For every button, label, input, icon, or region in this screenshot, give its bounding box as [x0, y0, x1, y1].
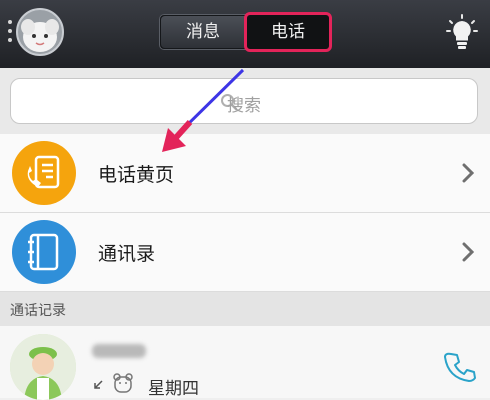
call-button-phone-icon[interactable]	[444, 350, 476, 386]
call-history-header: 通话记录	[0, 292, 490, 326]
menu-item-yellow-pages[interactable]: 电话黄页	[0, 134, 490, 213]
top-bar: 消息 电话	[0, 0, 490, 68]
section-title: 通话记录	[10, 303, 66, 319]
contact-avatar	[10, 334, 76, 400]
tab-switcher: 消息 电话	[159, 12, 332, 52]
search-placeholder: 搜索	[227, 96, 261, 116]
search-area: 搜索	[0, 68, 490, 134]
contact-name-redacted	[92, 344, 146, 358]
tab-messages[interactable]: 消息	[161, 16, 245, 48]
menu-dots-icon[interactable]	[8, 20, 14, 46]
bear-icon	[112, 372, 134, 398]
chevron-right-icon	[462, 163, 475, 187]
lightbulb-icon[interactable]	[446, 13, 478, 53]
tab-phone[interactable]: 电话	[244, 12, 332, 52]
call-log-item[interactable]: 星期四	[0, 326, 490, 400]
search-input[interactable]: 搜索	[10, 78, 478, 124]
menu-item-label: 通讯录	[98, 243, 156, 265]
contacts-book-icon	[12, 220, 76, 284]
chevron-right-icon	[462, 242, 475, 266]
phonebook-icon	[12, 141, 76, 205]
menu-item-contacts[interactable]: 通讯录	[0, 213, 490, 292]
menu-item-label: 电话黄页	[98, 164, 175, 186]
avatar[interactable]	[16, 8, 64, 56]
call-date: 星期四	[148, 379, 199, 399]
incoming-call-icon	[92, 376, 104, 395]
